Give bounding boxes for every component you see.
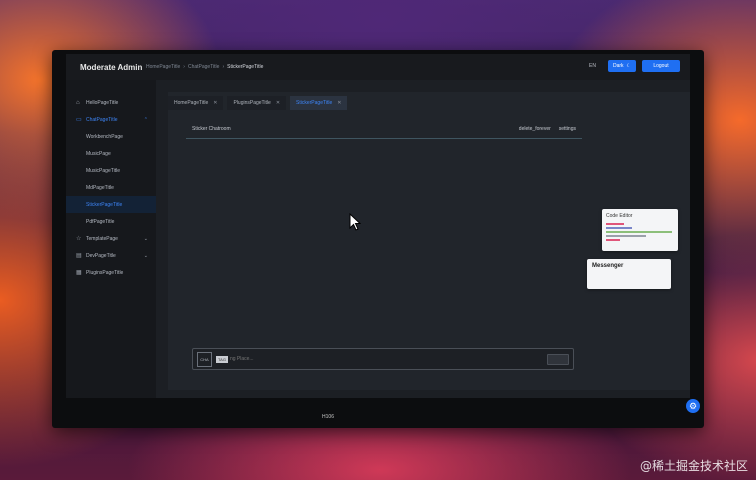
sidebar-item-template[interactable]: ☆ TemplatePage ⌄ <box>66 230 156 247</box>
watermark: @稀土掘金技术社区 <box>639 459 748 473</box>
code-line <box>606 231 672 233</box>
code-line <box>606 235 646 237</box>
sidebar-item-label: PdfPageTitle <box>86 218 115 225</box>
code-preview <box>606 223 672 243</box>
sidebar-item-hello[interactable]: ⌂ HelloPageTitle <box>66 94 156 111</box>
sidebar-item-workbench[interactable]: WorkbenchPage <box>66 128 156 145</box>
sidebar-item-label: MusicPageTitle <box>86 167 120 174</box>
breadcrumb: HomePageTitle › ChatPageTitle › StickerP… <box>146 64 263 70</box>
messenger-title: Messenger <box>592 263 624 269</box>
dark-mode-button[interactable]: Dark ☾ <box>607 60 636 72</box>
sidebar-item-label: TemplatePage <box>86 235 118 242</box>
moon-icon: ☾ <box>626 63 631 69</box>
tab-label: HomePageTitle <box>174 100 209 106</box>
send-button[interactable] <box>547 354 569 365</box>
tag-badge[interactable]: TAG <box>216 355 228 363</box>
messenger-window[interactable]: Messenger <box>587 259 671 289</box>
settings-gear-button[interactable]: ⚙ <box>686 399 700 413</box>
chatroom-header: Sticker Chatroom delete_forever settings <box>186 126 582 139</box>
code-editor-window[interactable]: Code Editor <box>602 209 678 251</box>
chatroom-panel: Sticker Chatroom delete_forever settings <box>186 126 582 139</box>
code-line <box>606 239 620 241</box>
header-actions: EN Dark ☾ Logout <box>589 60 680 72</box>
sidebar-item-label: MdPageTitle <box>86 184 114 191</box>
tab-label: StickerPageTitle <box>296 100 333 106</box>
sidebar-item-sticker[interactable]: StickerPageTitle <box>66 196 156 213</box>
logout-label: Logout <box>653 63 669 69</box>
message-input[interactable] <box>227 356 532 362</box>
avatar[interactable]: CHA <box>197 351 212 367</box>
chevron-down-icon: ⌄ <box>143 252 148 259</box>
tab-label: PluginsPageTitle <box>233 100 271 106</box>
sidebar-item-label: MusicPage <box>86 150 111 157</box>
sidebar-item-label: DevPageTitle <box>86 252 116 259</box>
breadcrumb-chat[interactable]: ChatPageTitle <box>188 64 220 70</box>
sidebar-item-plugins[interactable]: ▦ PluginsPageTitle <box>66 264 156 281</box>
sidebar-item-label: PluginsPageTitle <box>86 269 124 276</box>
close-icon[interactable]: ✕ <box>337 100 341 106</box>
logout-button[interactable]: Logout <box>642 60 680 72</box>
code-line <box>606 223 624 225</box>
sidebar-item-label: WorkbenchPage <box>86 133 123 140</box>
sidebar-item-md[interactable]: MdPageTitle <box>66 179 156 196</box>
chatroom-title: Sticker Chatroom <box>192 126 231 132</box>
language-switch[interactable]: EN <box>589 63 596 69</box>
sidebar-item-music[interactable]: MusicPage <box>66 145 156 162</box>
sidebar-item-dev[interactable]: ▤ DevPageTitle ⌄ <box>66 247 156 264</box>
settings-button[interactable]: settings <box>559 126 576 132</box>
top-bar: Moderate Admin HomePageTitle › ChatPageT… <box>66 54 690 80</box>
sidebar: ⌂ HelloPageTitle ▭ ChatPageTitle ⌃ Workb… <box>66 80 156 398</box>
code-line <box>606 227 632 229</box>
grid-icon: ▦ <box>76 269 82 276</box>
gear-icon: ⚙ <box>688 400 698 411</box>
dark-mode-label: Dark <box>612 63 624 69</box>
breadcrumb-separator: › <box>222 64 225 70</box>
chevron-up-icon: ⌃ <box>143 116 148 123</box>
close-icon[interactable]: ✕ <box>276 100 280 106</box>
breadcrumb-current: StickerPageTitle <box>227 64 264 70</box>
app-title: Moderate Admin <box>80 62 143 72</box>
chat-icon: ▭ <box>76 116 82 123</box>
sidebar-item-music-title[interactable]: MusicPageTitle <box>66 162 156 179</box>
sidebar-item-chat[interactable]: ▭ ChatPageTitle ⌃ <box>66 111 156 128</box>
sidebar-item-label: StickerPageTitle <box>86 201 123 208</box>
tab-home[interactable]: HomePageTitle ✕ <box>168 96 224 110</box>
home-icon: ⌂ <box>76 99 80 106</box>
chevron-down-icon: ⌄ <box>143 235 148 242</box>
delete-forever-button[interactable]: delete_forever <box>519 126 551 132</box>
sidebar-item-pdf[interactable]: PdfPageTitle <box>66 213 156 230</box>
breadcrumb-home[interactable]: HomePageTitle <box>146 64 180 70</box>
star-icon: ☆ <box>76 235 82 242</box>
chatroom-actions: delete_forever settings <box>519 126 576 132</box>
breadcrumb-separator: › <box>183 64 185 70</box>
chat-input-bar: CHA TAG <box>192 348 574 370</box>
code-editor-title: Code Editor <box>606 213 633 219</box>
tab-sticker[interactable]: StickerPageTitle ✕ <box>290 96 348 110</box>
app-screen: Moderate Admin HomePageTitle › ChatPageT… <box>66 54 690 398</box>
sidebar-item-label: ChatPageTitle <box>86 116 118 123</box>
tab-bar: HomePageTitle ✕ PluginsPageTitle ✕ Stick… <box>168 96 348 110</box>
document-icon: ▤ <box>76 252 82 259</box>
mouse-cursor-icon <box>349 212 362 236</box>
tab-plugins[interactable]: PluginsPageTitle ✕ <box>227 96 287 110</box>
close-icon[interactable]: ✕ <box>213 100 217 106</box>
sidebar-item-label: HelloPageTitle <box>86 99 119 106</box>
monitor-logo: H106 <box>322 414 334 420</box>
